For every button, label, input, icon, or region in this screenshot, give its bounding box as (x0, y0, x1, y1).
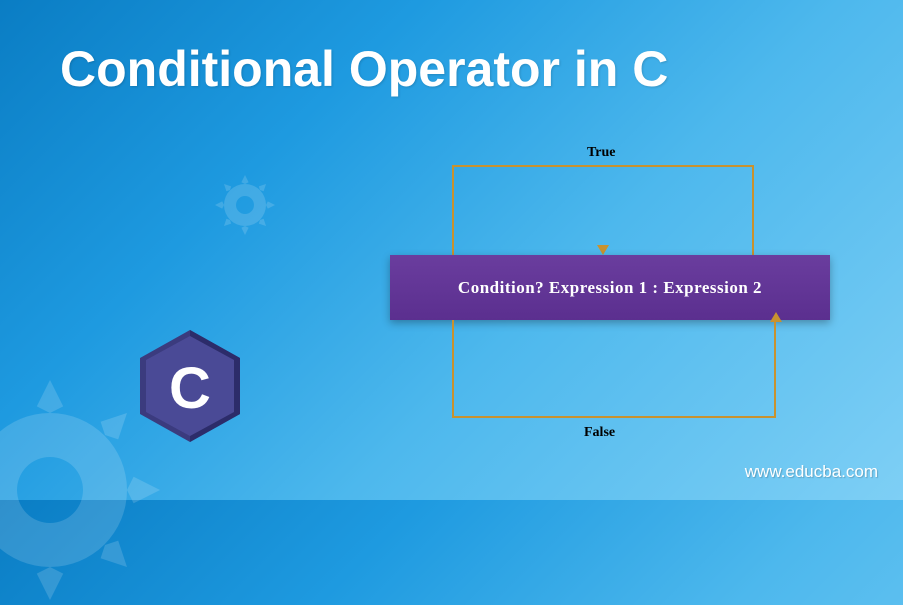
expression-text: Condition? Expression 1 : Expression 2 (458, 278, 762, 298)
expression-box: Condition? Expression 1 : Expression 2 (390, 255, 830, 320)
true-arrow-path (452, 165, 602, 255)
gear-decoration-large (0, 380, 160, 600)
svg-text:C: C (169, 356, 211, 421)
false-arrowhead-icon (770, 312, 782, 322)
true-branch-label: True (587, 145, 616, 161)
c-language-logo: C (140, 330, 240, 440)
page-title: Conditional Operator in C (60, 40, 668, 98)
watermark: www.educba.com (745, 462, 878, 482)
true-arrowhead-icon (597, 245, 609, 255)
conditional-operator-diagram: True Condition? Expression 1 : Expressio… (390, 145, 840, 445)
false-branch-label: False (584, 425, 615, 441)
false-arrow-path (452, 320, 776, 418)
gear-decoration-small (215, 175, 275, 235)
